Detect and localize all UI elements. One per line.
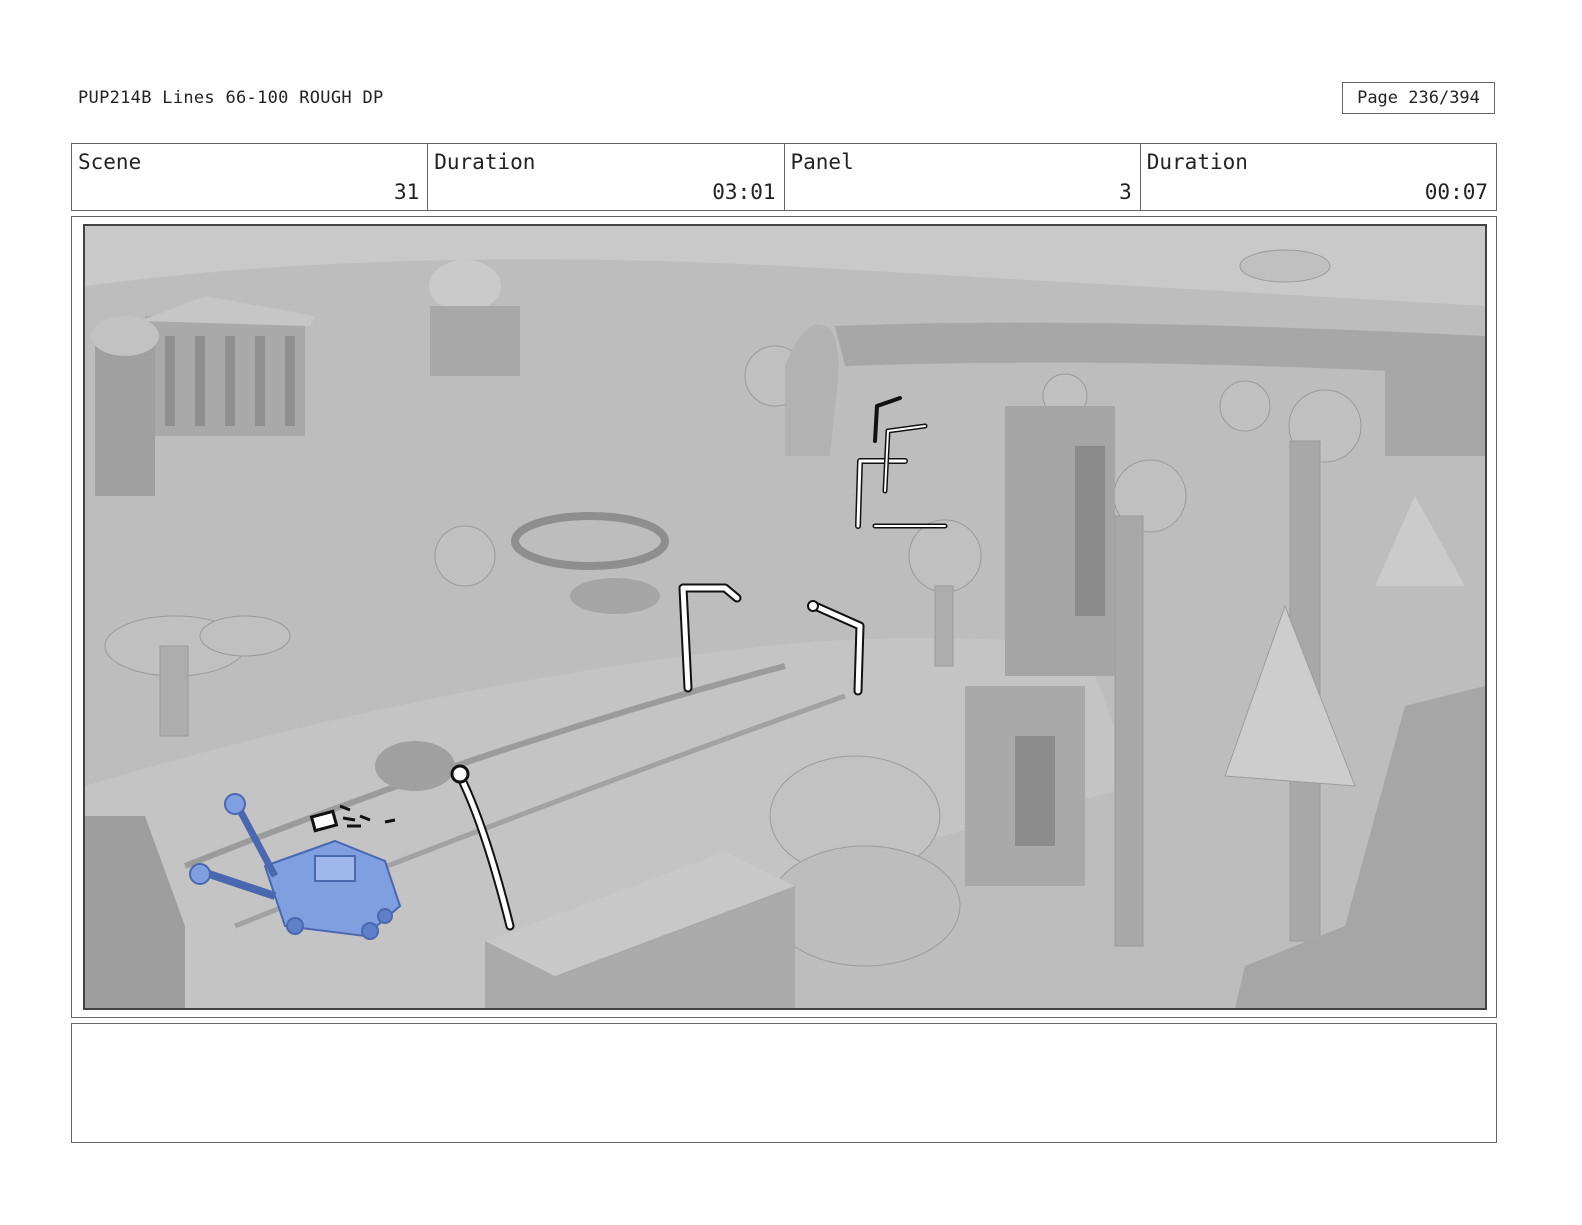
- page-number-box: Page 236/394: [1342, 82, 1495, 114]
- panel-duration-cell: Duration 00:07: [1141, 144, 1496, 210]
- document-title: PUP214B Lines 66-100 ROUGH DP: [78, 88, 384, 108]
- panel-label: Panel: [790, 150, 854, 174]
- scene-duration-cell: Duration 03:01: [428, 144, 785, 210]
- panel-cell: Panel 3: [785, 144, 1141, 210]
- foreground-bush-lower: [769, 845, 961, 967]
- scene-value: 31: [393, 180, 420, 204]
- panel-info-row: Scene 31 Duration 03:01 Panel 3 Duration…: [71, 143, 1497, 211]
- panel-duration-value: 00:07: [1424, 180, 1488, 204]
- scene-cell: Scene 31: [72, 144, 429, 210]
- scene-duration-value: 03:01: [712, 180, 776, 204]
- storyboard-panel-frame: [71, 216, 1497, 1018]
- round-flowerbed: [375, 741, 455, 791]
- fountain-base: [570, 578, 660, 614]
- town-scene-illustration: [85, 226, 1485, 1008]
- panel-notes-box: [71, 1023, 1497, 1143]
- panel-value: 3: [1119, 180, 1132, 204]
- storyboard-panel-image: [83, 224, 1487, 1010]
- scene-label: Scene: [78, 150, 142, 174]
- scene-duration-label: Duration: [434, 150, 536, 174]
- panel-duration-label: Duration: [1146, 150, 1248, 174]
